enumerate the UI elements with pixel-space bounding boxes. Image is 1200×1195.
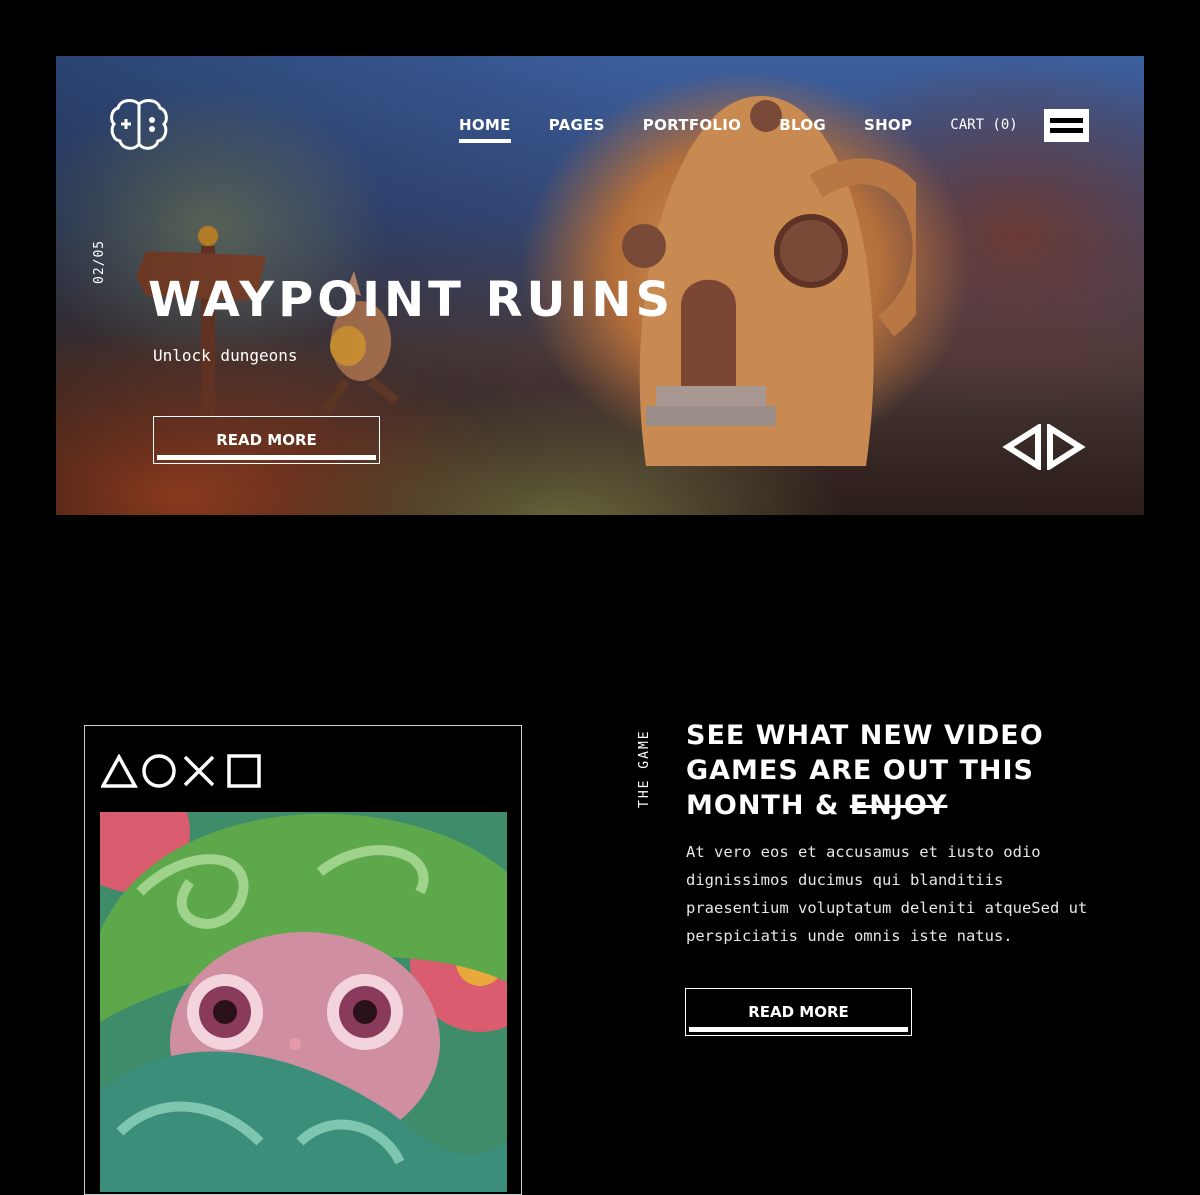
slide-counter: 02/05 <box>92 239 107 284</box>
side-label: THE GAME <box>637 729 652 808</box>
brain-gamepad-logo-icon[interactable] <box>110 98 168 152</box>
playstation-symbols-icon <box>101 754 261 788</box>
button-underline <box>689 1027 908 1032</box>
hero-title: WAYPOINT RUINS <box>148 272 675 328</box>
nav-item-shop[interactable]: SHOP <box>864 116 912 140</box>
button-underline <box>157 455 376 460</box>
heading-line-3: MONTH & ENJOY <box>686 788 1116 823</box>
slider-arrows <box>1002 424 1088 470</box>
heading-strike-word: ENJOY <box>849 790 948 821</box>
hero-slider: HOME PAGES PORTFOLIO BLOG SHOP CART (0) … <box>56 56 1144 515</box>
main-nav: HOME PAGES PORTFOLIO BLOG SHOP CART (0) <box>459 116 1018 143</box>
next-arrow-icon[interactable] <box>1046 424 1086 470</box>
nav-item-pages[interactable]: PAGES <box>549 116 605 140</box>
nav-item-blog[interactable]: BLOG <box>779 116 826 140</box>
heading-line-2: GAMES ARE OUT THIS <box>686 755 1034 786</box>
hero-read-more-label: READ MORE <box>216 431 317 449</box>
hero-subtitle: Unlock dungeons <box>153 346 298 365</box>
prev-arrow-icon[interactable] <box>1002 424 1042 470</box>
nav-item-portfolio[interactable]: PORTFOLIO <box>643 116 741 140</box>
nav-item-home[interactable]: HOME <box>459 116 511 143</box>
nav-cart[interactable]: CART (0) <box>950 117 1017 139</box>
section-body-text: At vero eos et accusamus et iusto odio d… <box>686 843 1088 945</box>
heading-line-1: SEE WHAT NEW VIDEO <box>686 720 1044 751</box>
section-heading: SEE WHAT NEW VIDEO GAMES ARE OUT THIS MO… <box>686 718 1116 823</box>
hamburger-menu-icon[interactable] <box>1044 109 1089 142</box>
heading-line-3-prefix: MONTH & <box>686 790 850 821</box>
game-artwork-image <box>100 812 507 1192</box>
section-read-more-label: READ MORE <box>748 1003 849 1021</box>
section-read-more-button[interactable]: READ MORE <box>685 988 912 1036</box>
game-card <box>84 725 522 1195</box>
hero-read-more-button[interactable]: READ MORE <box>153 416 380 464</box>
